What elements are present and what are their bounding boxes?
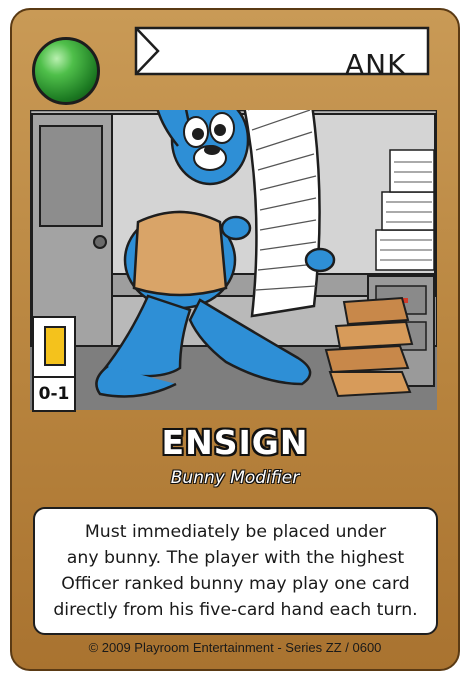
card-subtitle: Bunny Modifier bbox=[170, 468, 300, 488]
stat-divider bbox=[34, 376, 74, 378]
green-orb-icon bbox=[32, 37, 100, 105]
stat-box: 0-1 bbox=[32, 316, 76, 412]
rules-text: Must immediately be placed under any bun… bbox=[45, 519, 426, 623]
rules-text-box: Must immediately be placed under any bun… bbox=[33, 507, 438, 635]
game-card[interactable]: ANK 0-1 ENSIGN Bunny Modifier Must immed… bbox=[0, 0, 470, 679]
carrot-bar-icon bbox=[44, 326, 66, 366]
copyright-footer: © 2009 Playroom Entertainment - Series Z… bbox=[88, 640, 382, 655]
rules-line: Officer ranked bunny may play one card bbox=[61, 574, 410, 594]
illustration bbox=[30, 110, 437, 410]
rules-line: directly from his five-card hand each tu… bbox=[53, 600, 418, 620]
rules-line: any bunny. The player with the highest bbox=[66, 548, 405, 568]
rank-label: ANK bbox=[345, 48, 407, 81]
stat-value: 0-1 bbox=[38, 384, 70, 404]
rules-line: Must immediately be placed under bbox=[84, 522, 387, 542]
card-title: ENSIGN bbox=[161, 423, 309, 462]
